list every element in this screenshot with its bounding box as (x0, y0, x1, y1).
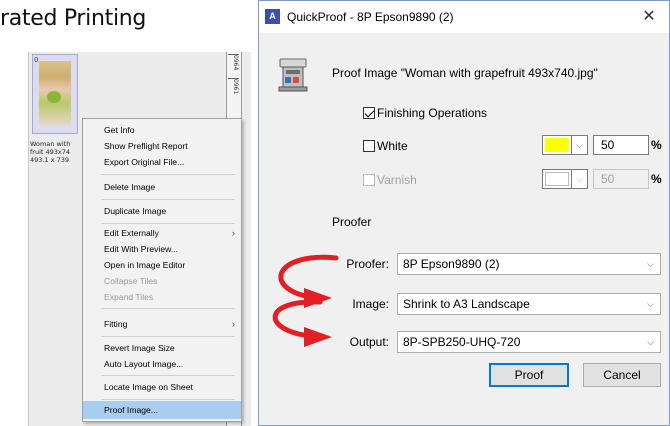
white-color-dropdown-icon[interactable]: ⌵ (572, 135, 588, 155)
proofer-select[interactable]: 8P Epson9890 (2) ⌵ (397, 253, 661, 275)
output-select-value: 8P-SPB250-UHQ-720 (403, 335, 521, 349)
menu-item-duplicate-image[interactable]: Duplicate Image (83, 202, 241, 220)
image-select[interactable]: Shrink to A3 Landscape ⌵ (397, 293, 661, 315)
white-value-input[interactable]: 50 (593, 135, 649, 155)
image-tile[interactable]: 0 (32, 54, 78, 134)
varnish-label: Varnish (377, 173, 417, 187)
menu-item-fitting[interactable]: Fitting › (83, 315, 241, 333)
image-thumbnail (39, 61, 71, 125)
menu-item-proof-image[interactable]: Proof Image... (83, 401, 241, 419)
proofer-label: Proofer: (346, 257, 389, 271)
varnish-value-input: 50 (593, 169, 649, 189)
menu-separator (101, 336, 235, 337)
tile-number: 0 (34, 56, 39, 64)
ruler-mark: 0964 (228, 54, 239, 70)
varnish-color-dropdown-icon: ⌵ (572, 169, 588, 189)
menu-separator (101, 399, 235, 400)
tile-caption-line: Woman with (30, 140, 70, 148)
menu-separator (101, 375, 235, 376)
image-select-value: Shrink to A3 Landscape (403, 297, 530, 311)
quickproof-dialog: A QuickProof - 8P Epson9890 (2) ✕ Proof … (258, 0, 670, 426)
cancel-button[interactable]: Cancel (583, 363, 661, 387)
close-button[interactable]: ✕ (639, 6, 659, 26)
varnish-color-swatch (542, 169, 572, 189)
menu-item-expand-tiles: Expand Tiles (104, 292, 154, 302)
proof-image-label: Proof Image "Woman with grapefruit 493x7… (332, 66, 598, 80)
output-label: Output: (349, 335, 389, 349)
proof-button[interactable]: Proof (489, 363, 569, 387)
page-title: rated Printing (0, 6, 147, 31)
white-label: White (377, 139, 408, 153)
output-select[interactable]: 8P-SPB250-UHQ-720 ⌵ (397, 331, 661, 353)
proofer-section-heading: Proofer (332, 215, 372, 229)
finishing-operations-checkbox[interactable] (363, 107, 375, 119)
tile-caption-line: fruit 493x740 (30, 148, 70, 156)
menu-separator (101, 199, 235, 200)
dialog-titlebar[interactable]: A QuickProof - 8P Epson9890 (2) ✕ (259, 1, 669, 33)
ruler-mark: 0961 (228, 78, 239, 94)
menu-item-auto-layout-image[interactable]: Auto Layout Image... (83, 355, 241, 373)
menu-separator (101, 174, 235, 175)
finishing-operations-label: Finishing Operations (377, 106, 488, 120)
tile-caption: Woman with fruit 493x740 493.1 x 739. (30, 140, 70, 164)
white-percent-unit: % (651, 138, 662, 152)
chevron-down-icon: ⌵ (647, 259, 654, 269)
white-checkbox[interactable] (363, 140, 375, 152)
dialog-title: QuickProof - 8P Epson9890 (2) (287, 10, 454, 24)
printer-icon (278, 58, 308, 92)
image-label: Image: (352, 297, 389, 311)
chevron-down-icon: ⌵ (647, 299, 654, 309)
menu-item-locate-image-on-sheet[interactable]: Locate Image on Sheet (83, 378, 241, 396)
tile-caption-line: 493.1 x 739. (30, 156, 70, 164)
chevron-down-icon: ⌵ (647, 337, 654, 347)
context-menu: Get Info Show Preflight Report Export Or… (82, 118, 242, 422)
varnish-checkbox (363, 174, 375, 186)
menu-separator (101, 308, 235, 309)
app-icon: A (265, 9, 280, 24)
varnish-percent-unit: % (651, 172, 662, 186)
menu-item-export-original-file[interactable]: Export Original File... (83, 153, 241, 171)
white-color-swatch[interactable] (542, 135, 572, 155)
proofer-select-value: 8P Epson9890 (2) (403, 257, 500, 271)
menu-item-delete-image[interactable]: Delete Image (83, 178, 241, 196)
submenu-arrow-icon: › (232, 319, 235, 329)
